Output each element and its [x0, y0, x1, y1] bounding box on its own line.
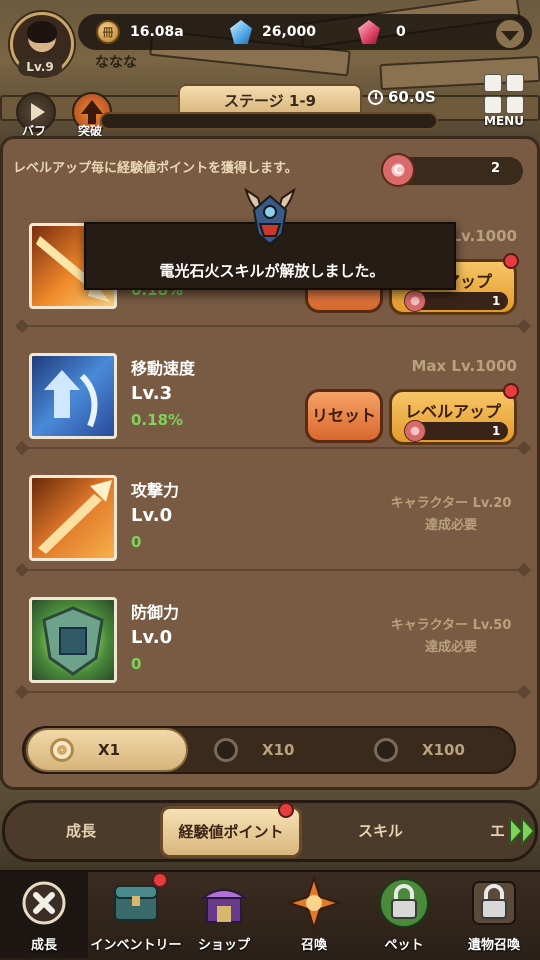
lock-icon — [467, 876, 521, 930]
nav-label: 召喚 — [300, 938, 327, 953]
skill-percent: 0 — [131, 533, 142, 551]
tab-skill[interactable]: スキル — [358, 820, 403, 841]
exp-point-value: 2 — [491, 161, 501, 176]
menu-button[interactable]: MENU — [480, 74, 528, 130]
exp-point-icon — [404, 420, 426, 442]
gold-coin-icon: 冊 — [96, 20, 120, 44]
skill-name: 移動速度 — [131, 359, 196, 378]
multiplier-x100[interactable]: X100 — [374, 728, 465, 772]
nav-label: ショップ — [197, 938, 250, 953]
ruby-value: 0 — [396, 24, 406, 40]
radio-icon — [374, 738, 398, 762]
tab-growth[interactable]: 成長 — [66, 820, 96, 841]
exp-point-icon: C — [381, 153, 415, 187]
gold-currency: 冊 16.08a — [96, 18, 184, 46]
player-level: Lv.9 — [18, 58, 62, 76]
skill-level: Lv.3 — [131, 383, 173, 404]
skill-name: 防御力 — [131, 603, 180, 622]
cost-value: 1 — [492, 424, 501, 438]
skill-percent: 0 — [131, 655, 142, 673]
exp-point-icon — [404, 290, 426, 312]
stopwatch-icon — [368, 89, 383, 105]
stage-progress-bar — [100, 112, 438, 130]
skill-row-move-speed: 移動速度 Lv.3 0.18% Max Lv.1000 リセット レベルアップ … — [3, 325, 540, 445]
notification-dot — [278, 802, 294, 818]
skill-row-defense: 防御力 Lv.0 0 キャラクター Lv.50 達成必要 — [3, 569, 540, 689]
multiplier-label: X1 — [98, 741, 121, 759]
hud-dropdown-button[interactable] — [494, 18, 526, 50]
nav-relic-summon[interactable]: 遺物召喚 — [450, 872, 538, 958]
requirement-level: キャラクター Lv.20 — [390, 496, 512, 511]
skill-row-next — [3, 691, 540, 719]
nav-pet[interactable]: ペット — [360, 872, 448, 958]
notification-dot — [152, 872, 168, 888]
level-up-button[interactable]: レベルアップ 1 — [389, 389, 517, 445]
requirement-note: 達成必要 — [424, 640, 477, 655]
diamond-currency: 26,000 — [230, 18, 316, 46]
reset-button[interactable]: リセット — [305, 389, 383, 443]
stage-timer-value: 60.0S — [388, 88, 436, 106]
multiplier-label: X100 — [422, 741, 465, 759]
diamond-value: 26,000 — [262, 24, 317, 40]
nav-label: 成長 — [30, 938, 57, 953]
attack-spear-icon — [29, 475, 117, 561]
menu-grid-icon — [484, 74, 524, 114]
cost-value: 1 — [492, 294, 501, 308]
shop-icon — [197, 876, 251, 930]
blue-diamond-icon — [230, 20, 252, 44]
stage-label: ステージ 1-9 — [178, 84, 362, 114]
multiplier-label: X10 — [262, 741, 295, 759]
level-up-label: レベルアップ — [404, 402, 501, 421]
panel-info-text: レベルアップ毎に経験値ポイントを獲得します。 — [13, 161, 298, 176]
defense-shield-icon — [29, 597, 117, 683]
nav-shop[interactable]: ショップ — [180, 872, 268, 958]
notification-dot — [503, 383, 519, 399]
nav-label: 遺物召喚 — [467, 938, 520, 953]
notification-dot — [503, 253, 519, 269]
requirement-level: キャラクター Lv.50 — [390, 618, 512, 633]
multiplier-x10[interactable]: X10 — [214, 728, 294, 772]
nav-summon[interactable]: 召喚 — [270, 872, 358, 958]
horned-helmet-icon — [244, 187, 296, 246]
skill-max-level: Max Lv.1000 — [411, 357, 517, 375]
stage-timer: 60.0S — [368, 88, 436, 106]
unlock-requirement: キャラクター Lv.20 達成必要 — [383, 493, 519, 537]
nav-growth[interactable]: 成長 — [0, 872, 88, 958]
menu-label: MENU — [484, 114, 524, 128]
summon-star-icon — [285, 874, 343, 932]
skill-max-level: Lv.1000 — [451, 227, 517, 245]
toast-message: 電光石火スキルが解放しました。 — [159, 262, 385, 280]
move-speed-icon — [29, 353, 117, 439]
skill-name: 攻撃力 — [131, 481, 180, 500]
skill-level: Lv.0 — [131, 627, 173, 648]
gold-value: 16.08a — [130, 24, 184, 40]
unlock-requirement: キャラクター Lv.50 達成必要 — [383, 615, 519, 659]
double-chevron-right-icon[interactable] — [508, 814, 538, 848]
ruby-currency: 0 — [358, 18, 406, 46]
multiplier-x1[interactable]: X1 — [26, 728, 188, 772]
nav-inventory[interactable]: インベントリー — [88, 872, 184, 958]
red-gem-icon — [358, 20, 380, 44]
player-name: ななな — [95, 55, 137, 71]
skill-level: Lv.0 — [131, 505, 173, 526]
radio-icon — [214, 738, 238, 762]
nav-label: ペット — [384, 938, 424, 953]
skill-percent: 0.18% — [131, 411, 184, 429]
close-x-icon — [17, 876, 71, 930]
radio-icon — [50, 738, 74, 762]
skill-row-attack: 攻撃力 Lv.0 0 キャラクター Lv.20 達成必要 — [3, 447, 540, 567]
nav-label: インベントリー — [90, 938, 182, 953]
tab-partial[interactable]: エ — [490, 820, 505, 841]
requirement-note: 達成必要 — [424, 518, 477, 533]
lock-icon — [377, 876, 431, 930]
